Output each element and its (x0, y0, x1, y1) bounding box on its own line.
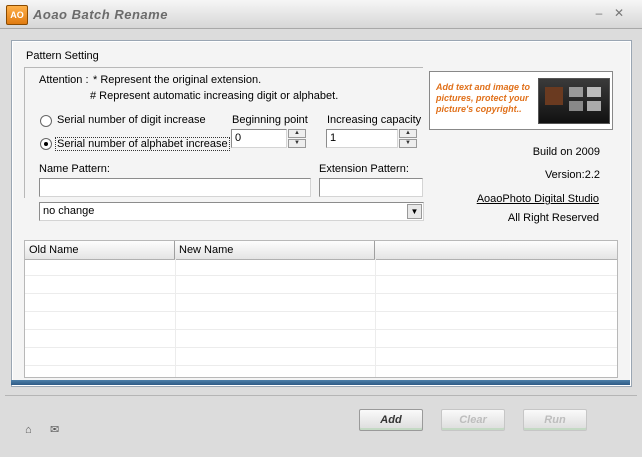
build-info: Build on 2009 (532, 146, 600, 158)
increasing-capacity-input[interactable]: 1 (326, 129, 398, 148)
grid-line (25, 329, 617, 330)
increasing-capacity-down-arrow-icon[interactable]: ▼ (399, 139, 417, 148)
increasing-capacity-up-arrow-icon[interactable]: ▲ (399, 129, 417, 138)
beginning-point-input[interactable]: 0 (231, 129, 287, 148)
grid-line (175, 259, 176, 377)
footer-divider (5, 395, 637, 396)
column-old-name[interactable]: Old Name (25, 241, 175, 259)
grid-line (25, 311, 617, 312)
clear-button[interactable]: Clear (441, 409, 505, 431)
radio-digit-label[interactable]: Serial number of digit increase (57, 114, 206, 126)
title-bar[interactable]: AO Aoao Batch Rename – ✕ (0, 0, 642, 29)
mail-icon[interactable]: ✉ (50, 425, 64, 436)
run-button[interactable]: Run (523, 409, 587, 431)
rights-text: All Right Reserved (507, 212, 599, 224)
attention-label: Attention : (39, 74, 89, 86)
grid-line (375, 259, 376, 377)
name-pattern-input[interactable] (39, 178, 311, 197)
increasing-capacity-label: Increasing capacity (327, 114, 422, 126)
name-pattern-label: Name Pattern: (39, 163, 110, 175)
case-select-value: no change (43, 205, 95, 217)
extension-pattern-label: Extension Pattern: (319, 163, 409, 175)
grid-line (25, 275, 617, 276)
column-extra[interactable] (375, 241, 617, 259)
table-header: Old Name New Name (25, 241, 617, 260)
file-list-table[interactable]: Old Name New Name (24, 240, 618, 378)
banner-text: Add text and image to pictures, protect … (436, 82, 531, 114)
promo-banner[interactable]: Add text and image to pictures, protect … (429, 71, 613, 130)
version-info: Version:2.2 (544, 169, 600, 181)
grid-line (25, 293, 617, 294)
beginning-point-down-arrow-icon[interactable]: ▼ (288, 139, 306, 148)
radio-alphabet-label[interactable]: Serial number of alphabet increase (55, 137, 230, 151)
beginning-point-label: Beginning point (232, 114, 308, 126)
app-logo-icon: AO (6, 5, 28, 25)
banner-screenshot-image (538, 78, 610, 124)
grid-line (25, 365, 617, 366)
beginning-point-up-arrow-icon[interactable]: ▲ (288, 129, 306, 138)
chevron-down-icon[interactable]: ▼ (407, 204, 422, 219)
minimize-icon[interactable]: – (593, 7, 605, 19)
case-select[interactable]: no change (39, 202, 424, 221)
add-button[interactable]: Add (359, 409, 423, 431)
panel-bottom-strip (11, 380, 630, 385)
extension-pattern-input[interactable] (319, 178, 423, 197)
close-icon[interactable]: ✕ (613, 7, 625, 19)
window-title: Aoao Batch Rename (33, 7, 168, 22)
radio-alphabet-increase[interactable] (40, 138, 52, 150)
grid-line (25, 347, 617, 348)
pattern-setting-title: Pattern Setting (26, 50, 99, 62)
home-icon[interactable]: ⌂ (25, 425, 39, 436)
attention-line-2: # Represent automatic increasing digit o… (90, 90, 339, 102)
studio-link[interactable]: AoaoPhoto Digital Studio (440, 193, 599, 205)
radio-digit-increase[interactable] (40, 115, 52, 127)
attention-line-1: * Represent the original extension. (93, 74, 262, 86)
column-new-name[interactable]: New Name (175, 241, 375, 259)
